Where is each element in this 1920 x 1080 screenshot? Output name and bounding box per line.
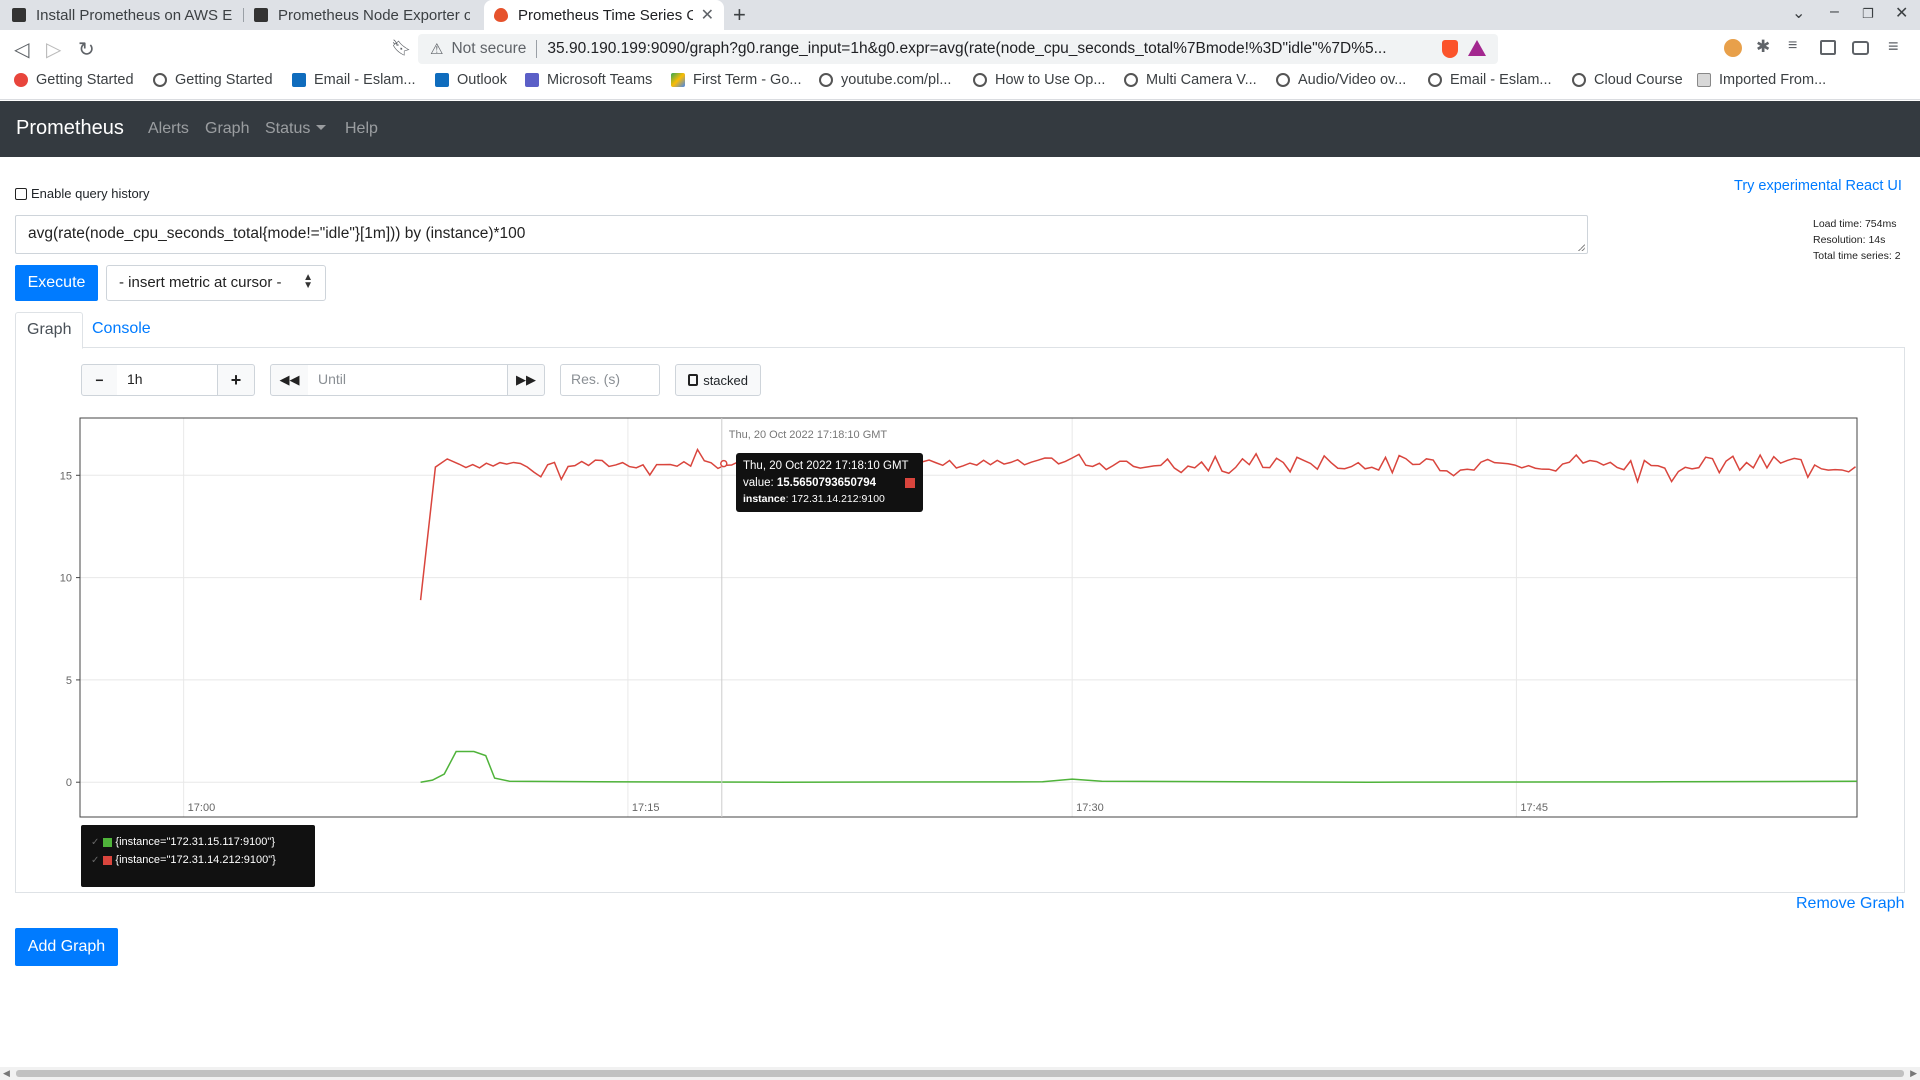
tooltip-swatch <box>905 478 915 488</box>
legend-swatch <box>103 837 113 847</box>
horizontal-scrollbar[interactable]: ◀ ▶ <box>0 1067 1920 1080</box>
legend-item[interactable]: ✓ {instance="172.31.14.212:9100"} <box>91 851 305 869</box>
tooltip-value: 15.5650793650794 <box>776 477 877 489</box>
y-tick-label: 5 <box>66 675 72 687</box>
chart-frame <box>79 417 1858 818</box>
add-graph-button[interactable]: Add Graph <box>15 928 118 966</box>
y-tick-label: 0 <box>66 777 72 789</box>
tooltip-time: Thu, 20 Oct 2022 17:18:10 GMT <box>743 460 909 472</box>
chart-axes: 17:00 17:15 17:30 17:45 0 5 10 15 <box>60 417 1858 818</box>
chart-tooltip: Thu, 20 Oct 2022 17:18:10 GMT value: 15.… <box>736 453 923 512</box>
hover-time-label: Thu, 20 Oct 2022 17:18:10 GMT <box>729 429 888 441</box>
tooltip-value-label: value: <box>743 477 777 489</box>
tooltip-value-row: value: 15.5650793650794 <box>743 475 916 492</box>
y-tick-label: 15 <box>60 470 72 482</box>
legend-label: {instance="172.31.15.117:9100"} <box>115 836 275 848</box>
scroll-left-icon[interactable]: ◀ <box>3 1068 10 1079</box>
scroll-right-icon[interactable]: ▶ <box>1910 1068 1917 1079</box>
legend-item[interactable]: ✓ {instance="172.31.15.117:9100"} <box>91 833 305 851</box>
x-tick-label: 17:45 <box>1520 802 1548 814</box>
scrollbar-thumb[interactable] <box>16 1070 1904 1077</box>
chart-series <box>419 447 1858 783</box>
tooltip-instance: : 172.31.14.212:9100 <box>785 493 885 505</box>
chart-grid <box>80 418 1857 817</box>
x-tick-label: 17:00 <box>188 802 216 814</box>
chart-legend: ✓ {instance="172.31.15.117:9100"} ✓ {ins… <box>81 825 315 887</box>
x-tick-label: 17:30 <box>1076 802 1104 814</box>
series-line-green <box>420 750 1858 783</box>
check-icon: ✓ <box>91 854 100 866</box>
remove-graph-link[interactable]: Remove Graph <box>1796 895 1905 913</box>
time-series-chart[interactable]: 17:00 17:15 17:30 17:45 0 5 10 15 Thu, 20 Oct 2… <box>0 0 1920 1080</box>
tooltip-instance-label: instance <box>743 493 786 505</box>
check-icon: ✓ <box>91 836 100 848</box>
legend-swatch <box>103 855 113 865</box>
x-tick-label: 17:15 <box>632 802 660 814</box>
y-tick-label: 10 <box>60 573 72 585</box>
hover-marker <box>720 459 728 468</box>
tooltip-instance-row: instance: 172.31.14.212:9100 <box>743 492 916 507</box>
legend-label: {instance="172.31.14.212:9100"} <box>115 854 276 866</box>
